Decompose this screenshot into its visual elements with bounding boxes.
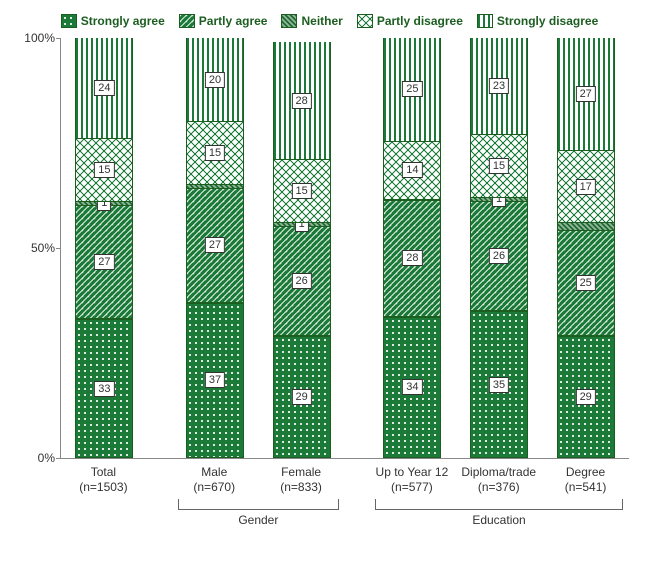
bar-segment: 15 — [470, 135, 528, 198]
bar-segment: 1 — [470, 198, 528, 202]
bar-segment: 20 — [186, 38, 244, 122]
bar-segment: 27 — [186, 189, 244, 302]
legend-label: Strongly agree — [81, 14, 165, 28]
bar: 35 26 1 15 23 — [470, 38, 528, 458]
bar-segment: 27 — [557, 38, 615, 151]
bar-segment: 28 — [383, 201, 441, 317]
value-label: 15 — [205, 145, 225, 161]
value-label: 17 — [576, 179, 596, 195]
group-bracket — [375, 499, 623, 510]
value-label: 27 — [94, 254, 114, 270]
y-tick: 0% — [19, 451, 55, 465]
value-label: 23 — [489, 78, 509, 94]
legend-item: Strongly agree — [61, 14, 165, 28]
value-label: 14 — [402, 162, 422, 178]
value-label: 20 — [205, 72, 225, 88]
group-label: Education — [439, 513, 559, 527]
value-label: 25 — [402, 81, 422, 97]
value-label: 25 — [576, 275, 596, 291]
value-label: 27 — [576, 86, 596, 102]
legend-item: Partly agree — [179, 14, 268, 28]
bar-segment — [557, 223, 615, 231]
bar-segment: 15 — [186, 122, 244, 185]
plot-area: 0% 50% 100% 3327115243727152029261152834… — [60, 38, 629, 459]
bar-segment — [383, 200, 441, 201]
value-label: 15 — [94, 162, 114, 178]
bar-segment: 26 — [273, 227, 331, 336]
bar-segment: 27 — [75, 206, 133, 319]
bar-segment: 33 — [75, 319, 133, 458]
bar-segment: 28 — [273, 42, 331, 160]
bar-segment: 15 — [75, 139, 133, 202]
bar: 29 25 17 27 — [557, 38, 615, 458]
value-label: 29 — [576, 389, 596, 405]
bar-segment: 37 — [186, 303, 244, 458]
swatch-icon — [357, 14, 373, 28]
bar-segment: 34 — [383, 317, 441, 458]
bar: 33 27 1 15 24 — [75, 38, 133, 458]
bar-segment — [186, 185, 244, 189]
bar-segment: 15 — [273, 160, 331, 223]
value-label: 15 — [292, 183, 312, 199]
bar-segment: 1 — [273, 223, 331, 227]
swatch-icon — [477, 14, 493, 28]
swatch-icon — [179, 14, 195, 28]
x-tick-label: Diploma/trade(n=376) — [455, 459, 542, 495]
x-tick-label: Total(n=1503) — [60, 459, 147, 495]
value-label: 28 — [292, 93, 312, 109]
x-axis-labels: Total(n=1503) Male(n=670)Female(n=833) Up … — [60, 459, 629, 495]
legend-label: Strongly disagree — [497, 14, 598, 28]
bar-segment: 29 — [557, 336, 615, 458]
value-label: 27 — [205, 237, 225, 253]
group-brackets: Gender Education — [60, 495, 629, 539]
stacked-bar-chart: Strongly agree Partly agree Neither Part… — [0, 0, 659, 568]
legend-label: Neither — [301, 14, 342, 28]
x-tick-label: Female(n=833) — [258, 459, 345, 495]
value-label: 15 — [489, 158, 509, 174]
value-label: 35 — [489, 377, 509, 393]
legend-item: Neither — [281, 14, 342, 28]
bar-segment: 17 — [557, 151, 615, 222]
x-tick-label: Up to Year 12(n=577) — [368, 459, 455, 495]
bar-segment: 14 — [383, 142, 441, 200]
value-label: 26 — [489, 248, 509, 264]
bar: 29 26 1 15 28 — [273, 38, 331, 458]
value-label: 26 — [292, 273, 312, 289]
x-tick-label: Male(n=670) — [171, 459, 258, 495]
bar-segment: 26 — [470, 202, 528, 311]
y-tick: 50% — [19, 241, 55, 255]
value-label: 33 — [94, 381, 114, 397]
legend: Strongly agree Partly agree Neither Part… — [24, 14, 635, 28]
bar-segment: 25 — [557, 231, 615, 336]
swatch-icon — [61, 14, 77, 28]
legend-label: Partly agree — [199, 14, 268, 28]
bar-segment: 35 — [470, 311, 528, 458]
bar: 37 27 15 20 — [186, 38, 244, 458]
bar-segment: 23 — [470, 38, 528, 135]
bar-segment: 1 — [75, 202, 133, 206]
legend-label: Partly disagree — [377, 14, 463, 28]
bar-segment: 24 — [75, 38, 133, 139]
y-tick: 100% — [19, 31, 55, 45]
x-tick-label: Degree(n=541) — [542, 459, 629, 495]
bar-segment: 29 — [273, 336, 331, 458]
value-label: 34 — [402, 379, 422, 395]
legend-item: Strongly disagree — [477, 14, 598, 28]
legend-item: Partly disagree — [357, 14, 463, 28]
value-label: 29 — [292, 389, 312, 405]
group-bracket — [178, 499, 339, 510]
value-label: 28 — [402, 250, 422, 266]
bar: 34 28 14 25 — [383, 38, 441, 458]
value-label: 37 — [205, 372, 225, 388]
group-label: Gender — [198, 513, 318, 527]
value-label: 24 — [94, 80, 114, 96]
bar-segment: 25 — [383, 38, 441, 142]
swatch-icon — [281, 14, 297, 28]
